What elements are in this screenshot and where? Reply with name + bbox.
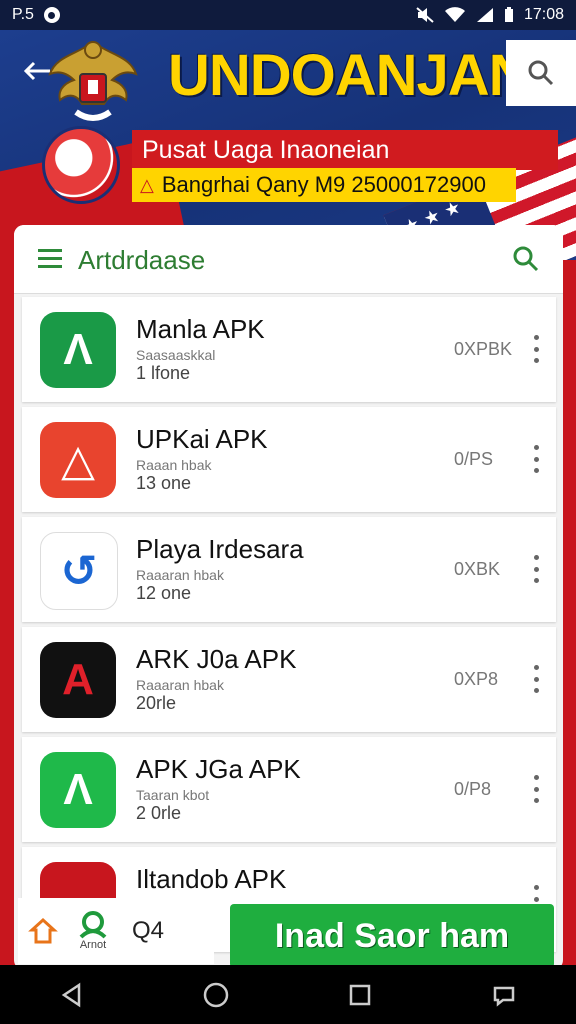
more-options-icon[interactable] xyxy=(534,335,540,363)
app-size: 0XBK xyxy=(454,559,501,579)
app-size: 0XP8 xyxy=(454,669,499,689)
home-tab[interactable] xyxy=(18,916,68,946)
app-name: ARK J0a APK xyxy=(136,644,297,674)
app-downloads: 20rle xyxy=(136,693,177,713)
warning-icon: △ xyxy=(140,174,154,195)
nav-home-button[interactable] xyxy=(196,975,236,1015)
app-downloads: 13 one xyxy=(136,473,192,493)
app-icon-3[interactable]: A xyxy=(40,642,116,718)
hamburger-menu-icon[interactable] xyxy=(38,249,62,269)
account-tab[interactable]: Arnot xyxy=(68,911,118,951)
flag-badge-icon xyxy=(42,126,120,204)
search-icon xyxy=(528,60,554,86)
back-triangle-icon xyxy=(61,982,81,1007)
nav-back-button[interactable] xyxy=(52,975,92,1015)
app-downloads: 12 one xyxy=(136,583,192,603)
app-downloads: 2 0rle xyxy=(136,803,182,823)
app-list-item[interactable]: A ARK J0a APK Raaaran hbak 20rle 0XP8 xyxy=(22,627,556,732)
install-cta-button[interactable]: Inad Saor ham xyxy=(230,904,554,968)
app-list-item[interactable]: Λ APK JGa APK Taaran kbot 2 0rle 0/P8 xyxy=(22,737,556,842)
chat-bubble-icon xyxy=(493,986,515,1007)
system-nav-bar xyxy=(0,965,576,1024)
app-size: 0/PS xyxy=(454,449,494,469)
app-developer: Saasaaskkal xyxy=(136,347,216,363)
app-name: Playa Irdesara xyxy=(136,534,304,564)
app-list-item[interactable]: Λ Manla APK Saasaaskkal 1 lfone 0XPBK xyxy=(22,297,556,402)
app-list-item[interactable]: △ UPKai APK Raaan hbak 13 one 0/PS xyxy=(22,407,556,512)
nav-recents-button[interactable] xyxy=(340,975,380,1015)
recents-square-icon xyxy=(349,984,371,1005)
signal-icon xyxy=(476,8,493,22)
battery-icon xyxy=(504,7,513,22)
app-list: Λ Manla APK Saasaaskkal 1 lfone 0XPBK △ … xyxy=(22,297,556,957)
more-options-icon[interactable] xyxy=(534,665,540,693)
app-developer: Raaaran hbak xyxy=(136,567,224,583)
app-title: UNDOANJAN xyxy=(168,43,531,108)
app-name: UPKai APK xyxy=(136,424,268,454)
banner-subline-text: Bangrhai Qany M9 25000172900 xyxy=(161,172,486,197)
queue-count: Q4 xyxy=(132,917,165,944)
app-name: Iltandob APK xyxy=(136,864,287,894)
card-title: Artdrdaase xyxy=(78,245,206,275)
account-tab-label: Arnot xyxy=(79,939,107,951)
app-name: Manla APK xyxy=(136,314,265,344)
more-options-icon[interactable] xyxy=(534,555,540,583)
carrier-label: P.5 xyxy=(12,6,34,23)
app-icon-1[interactable]: △ xyxy=(40,422,116,498)
card-header: Artdrdaase xyxy=(14,225,563,294)
card-search-icon[interactable] xyxy=(512,245,540,273)
banner-subline: △ Bangrhai Qany M9 25000172900 xyxy=(132,168,516,202)
home-icon xyxy=(28,917,58,944)
status-bar: P.5 17:08 xyxy=(0,0,576,30)
app-developer: Raaaran hbak xyxy=(136,677,224,693)
bottom-toolbar: Arnot Q4 xyxy=(18,898,214,964)
user-icon xyxy=(79,911,107,939)
app-list-item[interactable]: ↺ Playa Irdesara Raaaran hbak 12 one 0XB… xyxy=(22,517,556,622)
clock: 17:08 xyxy=(523,6,564,23)
banner-headline: Pusat Uaga Inaoneian xyxy=(132,130,558,170)
app-icon-4[interactable]: Λ xyxy=(40,752,116,828)
app-list-card: Artdrdaase Λ Manla APK Saasaaskkal 1 lfo… xyxy=(14,225,563,970)
app-downloads: 1 lfone xyxy=(136,363,191,383)
more-options-icon[interactable] xyxy=(534,775,540,803)
app-icon-2[interactable]: ↺ xyxy=(40,532,118,610)
more-options-icon[interactable] xyxy=(534,445,540,473)
nav-assist-button[interactable] xyxy=(484,975,524,1015)
app-developer: Raaan hbak xyxy=(136,457,212,473)
app-size: 0/P8 xyxy=(454,779,492,799)
wifi-icon xyxy=(444,7,465,22)
app-name: APK JGa APK xyxy=(136,754,301,784)
app-size: 0XPBK xyxy=(454,339,513,359)
header-search-button[interactable] xyxy=(506,40,576,106)
home-circle-icon xyxy=(203,982,229,1007)
notification-icon xyxy=(43,7,60,23)
app-icon-0[interactable]: Λ xyxy=(40,312,116,388)
app-developer: Taaran kbot xyxy=(136,787,210,803)
garuda-emblem-icon xyxy=(48,40,138,121)
mute-icon xyxy=(416,7,434,23)
